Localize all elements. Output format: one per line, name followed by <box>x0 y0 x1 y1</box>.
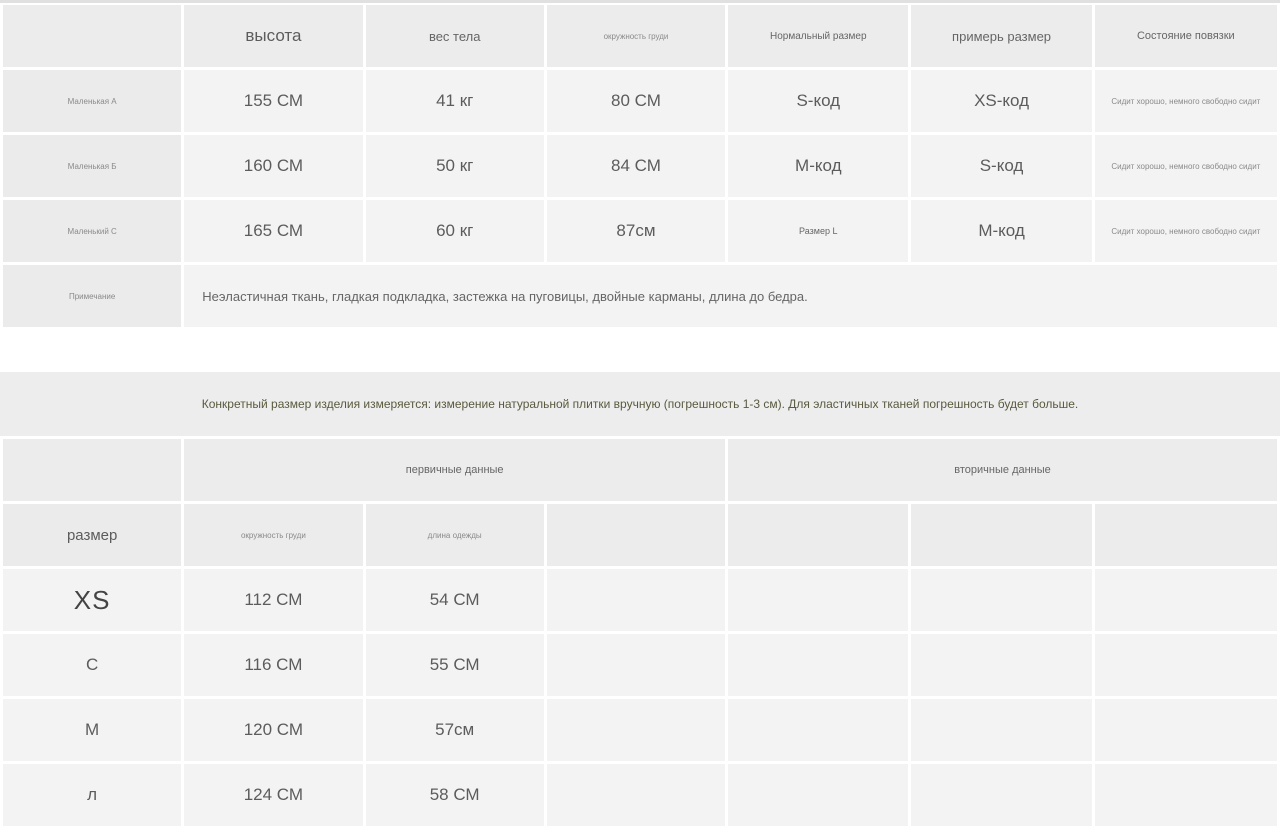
empty-header-cell <box>911 504 1092 566</box>
note-row: Примечание Неэластичная ткань, гладкая п… <box>3 265 1277 327</box>
group-secondary-data: вторичные данные <box>728 439 1277 501</box>
bust-value: 87см <box>546 200 726 262</box>
header-empty-cell <box>3 5 182 67</box>
note-label: Примечание <box>3 265 182 327</box>
try-size-value: S-код <box>911 135 1092 197</box>
fit-value: Сидит хорошо, немного свободно сидит <box>1094 135 1277 197</box>
empty-cell <box>1094 699 1277 761</box>
empty-cell <box>728 764 909 826</box>
length-value: 54 СМ <box>365 569 544 631</box>
size-value: XS <box>3 569 182 631</box>
size-table-header-row: высота вес тела окружность груди Нормаль… <box>3 5 1277 67</box>
weight-value: 50 кг <box>365 135 544 197</box>
weight-value: 41 кг <box>365 70 544 132</box>
table-row: л 124 СМ 58 СМ <box>3 764 1277 826</box>
note-text: Неэластичная ткань, гладкая подкладка, з… <box>184 265 1277 327</box>
bust-value: 116 СМ <box>184 634 363 696</box>
empty-cell <box>911 764 1092 826</box>
table-row: Маленькая Б 160 СМ 50 кг 84 СМ М-код S-к… <box>3 135 1277 197</box>
group-header-row: первичные данные вторичные данные <box>3 439 1277 501</box>
bust-value: 112 СМ <box>184 569 363 631</box>
empty-cell <box>911 634 1092 696</box>
table-row: Маленький С 165 СМ 60 кг 87см Размер L М… <box>3 200 1277 262</box>
empty-cell <box>728 569 909 631</box>
fit-value: Сидит хорошо, немного свободно сидит <box>1094 200 1277 262</box>
table-row: С 116 СМ 55 СМ <box>3 634 1277 696</box>
height-value: 160 СМ <box>184 135 363 197</box>
length-value: 58 СМ <box>365 764 544 826</box>
empty-cell <box>1094 569 1277 631</box>
empty-header-cell <box>728 504 909 566</box>
empty-header-cell <box>546 504 726 566</box>
size-value: С <box>3 634 182 696</box>
table-row: Маленькая А 155 СМ 41 кг 80 СМ S-код XS-… <box>3 70 1277 132</box>
empty-cell <box>546 764 726 826</box>
size-value: л <box>3 764 182 826</box>
empty-cell <box>546 699 726 761</box>
measurement-note-banner: Конкретный размер изделия измеряется: из… <box>0 372 1280 436</box>
header-fit-state: Состояние повязки <box>1094 5 1277 67</box>
group-empty-cell <box>3 439 182 501</box>
header-weight: вес тела <box>365 5 544 67</box>
header-height: высота <box>184 5 363 67</box>
empty-header-cell <box>1094 504 1277 566</box>
header-normal-size: Нормальный размер <box>728 5 909 67</box>
empty-cell <box>911 569 1092 631</box>
try-size-value: XS-код <box>911 70 1092 132</box>
empty-cell <box>728 634 909 696</box>
fit-value: Сидит хорошо, немного свободно сидит <box>1094 70 1277 132</box>
row-label: Маленький С <box>3 200 182 262</box>
row-label: Маленькая А <box>3 70 182 132</box>
height-value: 155 СМ <box>184 70 363 132</box>
size-table: высота вес тела окружность груди Нормаль… <box>0 2 1280 330</box>
empty-cell <box>546 634 726 696</box>
group-primary-data: первичные данные <box>184 439 726 501</box>
empty-cell <box>911 699 1092 761</box>
bust-value: 124 СМ <box>184 764 363 826</box>
header-bust: окружность груди <box>546 5 726 67</box>
empty-cell <box>1094 764 1277 826</box>
bust-value: 80 СМ <box>546 70 726 132</box>
length-value: 57см <box>365 699 544 761</box>
size-value: М <box>3 699 182 761</box>
spacer <box>0 338 1280 372</box>
row-label: Маленькая Б <box>3 135 182 197</box>
normal-size-value: Размер L <box>728 200 909 262</box>
height-value: 165 СМ <box>184 200 363 262</box>
normal-size-value: М-код <box>728 135 909 197</box>
header-bust: окружность груди <box>184 504 363 566</box>
bust-value: 84 СМ <box>546 135 726 197</box>
empty-cell <box>546 569 726 631</box>
header-garment-length: длина одежды <box>365 504 544 566</box>
empty-cell <box>1094 634 1277 696</box>
weight-value: 60 кг <box>365 200 544 262</box>
column-header-row: размер окружность груди длина одежды <box>3 504 1277 566</box>
table-row: М 120 СМ 57см <box>3 699 1277 761</box>
length-value: 55 СМ <box>365 634 544 696</box>
measurement-table: первичные данные вторичные данные размер… <box>0 436 1280 829</box>
header-try-size: примерь размер <box>911 5 1092 67</box>
try-size-value: М-код <box>911 200 1092 262</box>
bust-value: 120 СМ <box>184 699 363 761</box>
empty-cell <box>728 699 909 761</box>
table-row: XS 112 СМ 54 СМ <box>3 569 1277 631</box>
size-column-label: размер <box>3 504 182 566</box>
normal-size-value: S-код <box>728 70 909 132</box>
